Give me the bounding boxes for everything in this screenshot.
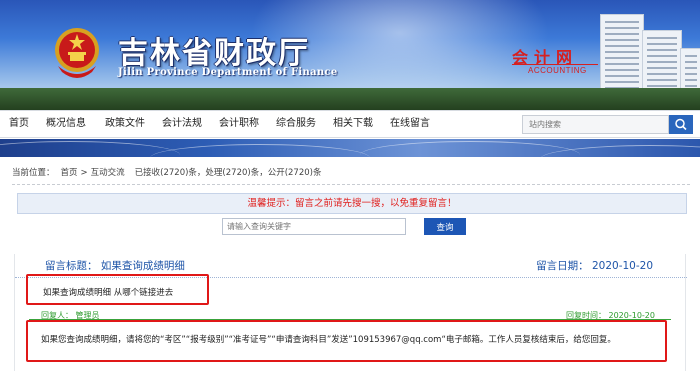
site-banner: 吉林省财政厅 Jilin Province Department of Fina… <box>0 0 700 110</box>
nav-item-regulations[interactable]: 会计法规 <box>162 111 202 137</box>
section-subtitle: ACCOUNTING <box>528 66 587 75</box>
site-search-button[interactable] <box>669 115 693 134</box>
nav-item-downloads[interactable]: 相关下载 <box>333 111 373 137</box>
message-search-button[interactable]: 查询 <box>424 218 466 235</box>
national-emblem-icon <box>55 28 99 78</box>
message-card: 留言标题： 如果查询成绩明细 留言日期： 2020-10-20 如果查询成绩明细… <box>14 254 687 371</box>
nav-item-home[interactable]: 首页 <box>9 111 29 137</box>
banner-building <box>642 30 682 94</box>
breadcrumb-separator: > <box>80 168 88 178</box>
message-stats: 已接收(2720)条，处理(2720)条，公开(2720)条 <box>134 168 322 178</box>
breadcrumb-current[interactable]: 互动交流 <box>91 168 125 178</box>
banner-trees <box>0 88 700 110</box>
site-search-input[interactable] <box>522 115 669 134</box>
nav-item-message[interactable]: 在线留言 <box>390 111 430 137</box>
message-search-input[interactable] <box>222 218 406 235</box>
site-subtitle: Jilin Province Department of Finance <box>118 67 338 78</box>
reply-time: 回复时间： 2020-10-20 <box>565 311 655 320</box>
warning-tip: 温馨提示：留言之前请先搜一搜，以免重复留言！ <box>17 193 687 214</box>
main-nav: 首页 概况信息 政策文件 会计法规 会计职称 综合服务 相关下载 在线留言 <box>0 110 700 138</box>
site-title: 吉林省财政厅 <box>118 36 310 71</box>
nav-item-policy[interactable]: 政策文件 <box>105 111 145 137</box>
banner-building <box>600 14 644 94</box>
divider <box>12 184 690 185</box>
message-title: 留言标题： 如果查询成绩明细 <box>45 260 185 272</box>
decorative-band <box>0 139 700 157</box>
breadcrumb: 当前位置： 首页 > 互动交流 已接收(2720)条，处理(2720)条，公开(2720… <box>12 166 692 180</box>
nav-item-services[interactable]: 综合服务 <box>276 111 316 137</box>
nav-item-titles[interactable]: 会计职称 <box>219 111 259 137</box>
message-body: 如果查询成绩明细 从哪个链接进去 <box>43 288 174 298</box>
breadcrumb-home-link[interactable]: 首页 <box>61 168 78 178</box>
section-title-divider <box>512 64 598 65</box>
search-icon <box>675 118 687 131</box>
reply-author: 回复人： 管理员 <box>41 311 100 320</box>
message-date: 留言日期： 2020-10-20 <box>536 260 653 272</box>
breadcrumb-label: 当前位置： <box>12 168 55 178</box>
nav-item-overview[interactable]: 概况信息 <box>46 111 86 137</box>
reply-body: 如果您查询成绩明细，请将您的“考区”“报考级别”“准考证号”“申请查询科目”发送… <box>41 335 616 345</box>
